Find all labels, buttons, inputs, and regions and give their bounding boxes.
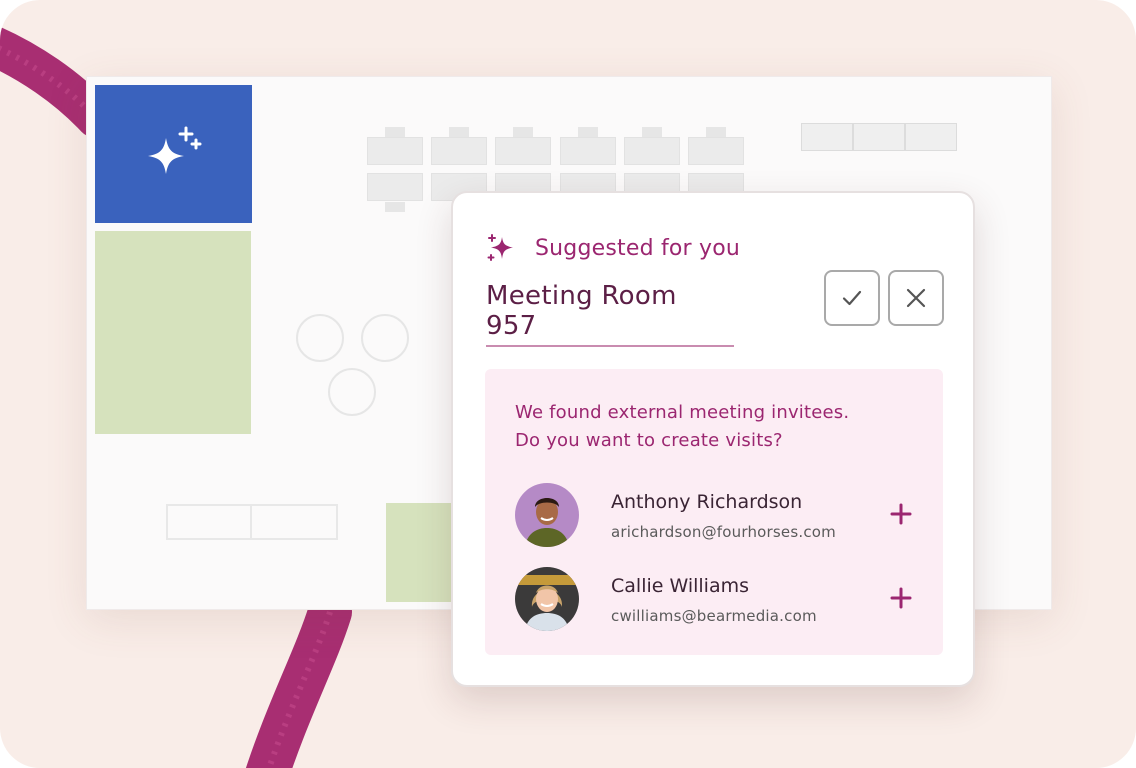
checkmark-icon [842, 290, 862, 306]
desk[interactable] [431, 137, 487, 165]
accept-button[interactable] [824, 270, 880, 326]
ai-assistant-tile[interactable] [95, 85, 252, 223]
close-icon [906, 288, 926, 308]
avatar-image [515, 483, 579, 547]
round-table[interactable] [361, 314, 409, 362]
desk-chair [706, 127, 726, 137]
sofa [166, 504, 338, 540]
suggestion-header: Suggested for you [487, 233, 740, 263]
invitee-row: Anthony Richardson arichardson@fourhorse… [515, 483, 915, 549]
sparkle-icon [487, 234, 513, 261]
invitee-name: Anthony Richardson [611, 491, 803, 513]
round-table[interactable] [328, 368, 376, 416]
invitees-message: We found external meeting invitees. Do y… [515, 399, 849, 455]
dismiss-button[interactable] [888, 270, 944, 326]
avatar-image [515, 567, 579, 631]
invitee-row: Callie Williams cwilliams@bearmedia.com [515, 567, 915, 633]
desk-chair [449, 127, 469, 137]
desk-chair [578, 127, 598, 137]
desk[interactable] [688, 137, 744, 165]
suggested-label: Suggested for you [535, 235, 741, 261]
suggestion-card: Suggested for you Meeting Room 957 We fo… [451, 191, 975, 687]
desk[interactable] [495, 137, 551, 165]
desk-chair [513, 127, 533, 137]
invitees-message-line1: We found external meeting invitees. [515, 402, 850, 423]
round-table[interactable] [296, 314, 344, 362]
invitees-panel: We found external meeting invitees. Do y… [485, 369, 943, 655]
invitees-message-line2: Do you want to create visits? [515, 430, 783, 451]
invitee-email: cwilliams@bearmedia.com [611, 607, 817, 625]
avatar [515, 483, 579, 547]
plus-icon [890, 503, 912, 525]
desk-chair [385, 202, 405, 212]
add-visit-button[interactable] [887, 500, 915, 528]
cabinet-row [801, 123, 957, 151]
sparkle-icon [147, 126, 201, 174]
suggested-room-name[interactable]: Meeting Room 957 [486, 281, 734, 347]
desk-chair [385, 127, 405, 137]
avatar [515, 567, 579, 631]
desk[interactable] [560, 137, 616, 165]
add-visit-button[interactable] [887, 584, 915, 612]
desk[interactable] [367, 137, 423, 165]
desk[interactable] [367, 173, 423, 201]
room-zone-left [95, 231, 251, 434]
desk[interactable] [624, 137, 680, 165]
invitee-email: arichardson@fourhorses.com [611, 523, 836, 541]
plus-icon [890, 587, 912, 609]
desk-chair [642, 127, 662, 137]
invitee-name: Callie Williams [611, 575, 750, 597]
page-background: Suggested for you Meeting Room 957 We fo… [0, 0, 1136, 768]
